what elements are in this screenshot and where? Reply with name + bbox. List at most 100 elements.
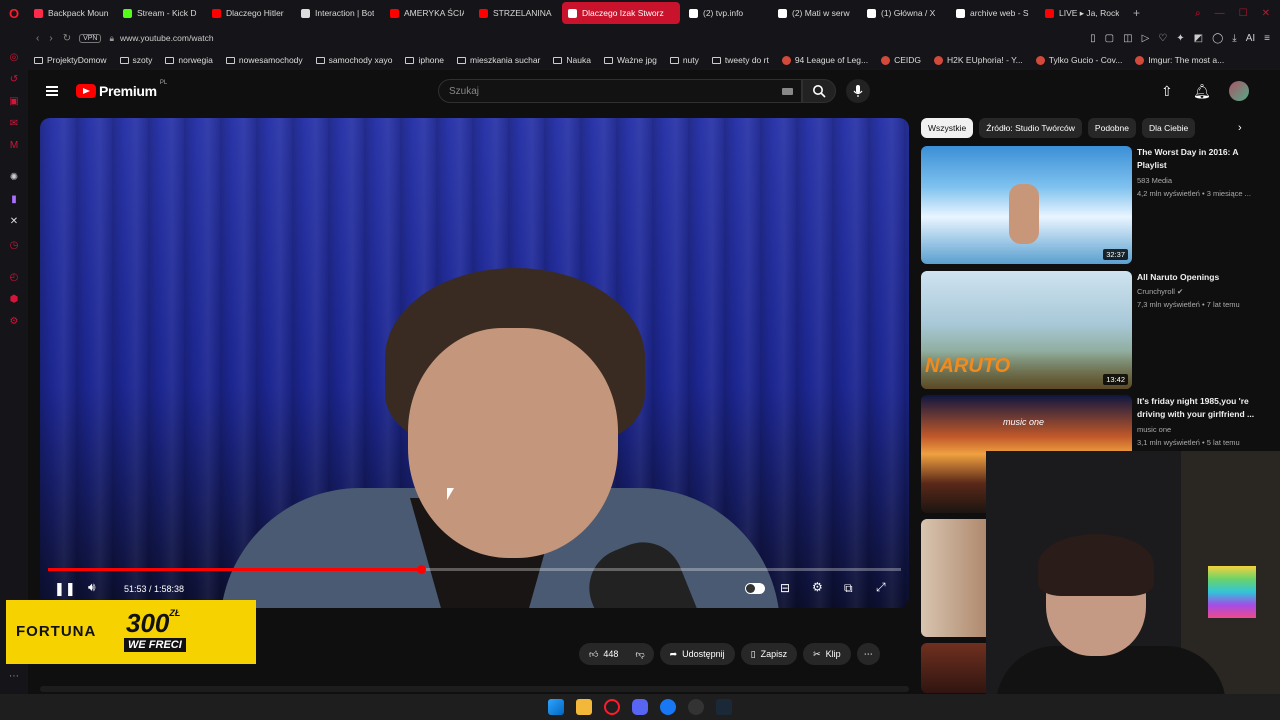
reload-icon[interactable]: ↻: [63, 33, 71, 44]
file-explorer-icon[interactable]: [576, 699, 592, 715]
recommendation-item[interactable]: NARUTO 13:42 All Naruto Openings Crunchy…: [921, 271, 1271, 391]
sidebar-messenger-icon[interactable]: ◎: [8, 52, 20, 64]
filter-chip[interactable]: Źródło: Studio Twórców: [979, 118, 1082, 138]
download-icon[interactable]: ⤓: [1232, 33, 1236, 44]
browser-tab[interactable]: (1) Główna / X: [861, 2, 947, 24]
filter-chip[interactable]: Wszystkie: [921, 118, 974, 138]
bookmark-item[interactable]: mieszkania suchar: [457, 55, 540, 65]
sidebar-x-icon[interactable]: ✕: [8, 216, 20, 228]
opera-logo-icon[interactable]: O: [0, 0, 28, 26]
search-button[interactable]: [802, 79, 836, 103]
bookmark-item[interactable]: szoty: [119, 55, 152, 65]
fullscreen-icon[interactable]: ⤢: [876, 580, 886, 595]
sidebar-bag-icon[interactable]: ▣: [8, 96, 20, 108]
create-upload-icon[interactable]: ⇧: [1161, 83, 1173, 100]
filter-chip[interactable]: Dla Ciebie: [1141, 118, 1196, 138]
autoplay-toggle[interactable]: [745, 583, 765, 594]
settings-gear-icon[interactable]: ⚙: [812, 580, 823, 594]
bookmark-item[interactable]: samochody xayo: [315, 55, 392, 65]
browser-tab[interactable]: Dlaczego Izak Stworz: [562, 2, 680, 24]
wallet-icon[interactable]: ◩: [1194, 33, 1203, 44]
recommendation-channel[interactable]: Crunchyroll ✔: [1137, 287, 1183, 296]
profile-icon[interactable]: ◯: [1212, 33, 1223, 44]
browser-tab[interactable]: Stream - Kick D: [117, 2, 203, 24]
recommendation-channel[interactable]: music one: [1137, 425, 1171, 434]
recommendation-title[interactable]: All Naruto Openings: [1137, 271, 1267, 284]
notifications-bell-icon[interactable]: 🔔︎: [1193, 83, 1211, 100]
browser-tab[interactable]: Interaction | Bot: [295, 2, 381, 24]
bookmark-item[interactable]: norwegia: [165, 55, 213, 65]
recommendation-title[interactable]: The Worst Day in 2016: A Playlist: [1137, 146, 1267, 172]
heart-icon[interactable]: ♡: [1158, 33, 1167, 44]
filter-chip[interactable]: Podobne: [1087, 118, 1136, 138]
sidebar-recent-icon[interactable]: ◴: [8, 272, 20, 284]
clip-button[interactable]: ✂ Klip: [803, 643, 851, 665]
search-input[interactable]: Szukaj: [438, 79, 802, 103]
opera-gx-taskbar-icon[interactable]: [604, 699, 620, 715]
recommendation-item[interactable]: 32:37 The Worst Day in 2016: A Playlist …: [921, 146, 1271, 266]
bookmark-item[interactable]: 94 League of Leg...: [781, 55, 868, 65]
browser-tab[interactable]: STRZELANINA W: [473, 2, 559, 24]
recommendation-title[interactable]: It's friday night 1985,you 're driving w…: [1137, 395, 1267, 421]
bookmark-item[interactable]: iphone: [405, 55, 444, 65]
aria-icon[interactable]: AI: [1246, 33, 1255, 44]
sidebar-clock-icon[interactable]: ◷: [8, 240, 20, 252]
sidebar-more-icon[interactable]: ⋯: [8, 671, 20, 683]
bookmark-icon[interactable]: ▯: [1090, 33, 1096, 44]
forward-icon[interactable]: ›: [49, 33, 52, 44]
bookmark-item[interactable]: H2K EUphoria! - Y...: [934, 55, 1023, 65]
browser-tab[interactable]: LIVE ▸ Ja, Rock: [1039, 2, 1125, 24]
new-tab-button[interactable]: +: [1125, 6, 1148, 20]
messenger-icon[interactable]: [660, 699, 676, 715]
sidebar-history-icon[interactable]: ↺: [8, 74, 20, 86]
sidebar-twitch-icon[interactable]: ▮: [8, 194, 20, 206]
vpn-badge[interactable]: VPN: [79, 33, 102, 43]
bookmark-item[interactable]: nowesamochody: [225, 55, 303, 65]
bookmark-item[interactable]: tweety do rt: [711, 55, 769, 65]
steam-icon[interactable]: [716, 699, 732, 715]
bookmark-item[interactable]: CEIDG: [881, 55, 921, 65]
player-icon[interactable]: ▷: [1142, 33, 1150, 44]
extensions-icon[interactable]: ✦: [1176, 33, 1184, 44]
video-progress-bar[interactable]: [48, 565, 901, 574]
miniplayer-icon[interactable]: ⧉: [844, 581, 853, 596]
description-box[interactable]: [40, 686, 909, 692]
url-field[interactable]: www.youtube.com/watch: [120, 33, 214, 43]
maximize-button[interactable]: ☐: [1239, 8, 1248, 19]
bookmark-item[interactable]: Nauka: [553, 55, 591, 65]
close-window-button[interactable]: ✕: [1262, 8, 1270, 19]
browser-tab[interactable]: Dlaczego Hitler: [206, 2, 292, 24]
more-actions-button[interactable]: ⋯: [856, 643, 880, 665]
recommendation-channel[interactable]: 583 Media: [1137, 176, 1172, 185]
keyboard-icon[interactable]: [782, 88, 793, 95]
share-button[interactable]: ➦ Udostępnij: [659, 643, 735, 665]
browser-tab[interactable]: (2) Mati w serw: [772, 2, 858, 24]
like-button[interactable]: 👍︎ 448: [579, 643, 627, 665]
minimize-button[interactable]: —: [1215, 8, 1225, 19]
video-player[interactable]: ❚❚ 🔊︎ 51:53 / 1:58:38 ⊟ ⚙ ⧉ ⤢: [40, 118, 909, 608]
bookmark-item[interactable]: Ważne jpg: [603, 55, 657, 65]
recommendation-thumbnail[interactable]: 32:37: [921, 146, 1132, 264]
bookmark-item[interactable]: Tylko Gucio - Cov...: [1035, 55, 1122, 65]
app-icon[interactable]: [688, 699, 704, 715]
sidebar-settings-icon[interactable]: ⚙: [8, 316, 20, 328]
bookmark-item[interactable]: Imgur: The most a...: [1135, 55, 1224, 65]
discord-icon[interactable]: [632, 699, 648, 715]
search-tabs-icon[interactable]: ⌕: [1195, 8, 1201, 19]
menu-icon[interactable]: ≡: [1264, 33, 1270, 44]
browser-tab[interactable]: Backpack Moun: [28, 2, 114, 24]
bookmark-item[interactable]: ProjektyDomow: [34, 55, 107, 65]
dislike-button[interactable]: 👎︎: [626, 643, 654, 665]
bookmark-item[interactable]: nuty: [669, 55, 699, 65]
voice-search-button[interactable]: [846, 79, 870, 103]
sidebar-mail-icon[interactable]: ✉: [8, 118, 20, 130]
save-button[interactable]: ▯ Zapisz: [740, 643, 798, 665]
sidebar-openai-icon[interactable]: ✺: [8, 172, 20, 184]
browser-tab[interactable]: archive web - S: [950, 2, 1036, 24]
volume-icon[interactable]: 🔊︎: [88, 580, 96, 595]
pause-icon[interactable]: ❚❚: [54, 581, 76, 597]
back-icon[interactable]: ‹: [36, 33, 39, 44]
account-avatar[interactable]: [1229, 81, 1249, 101]
adblock-icon[interactable]: ◫: [1123, 33, 1132, 44]
menu-hamburger-icon[interactable]: [46, 86, 58, 96]
